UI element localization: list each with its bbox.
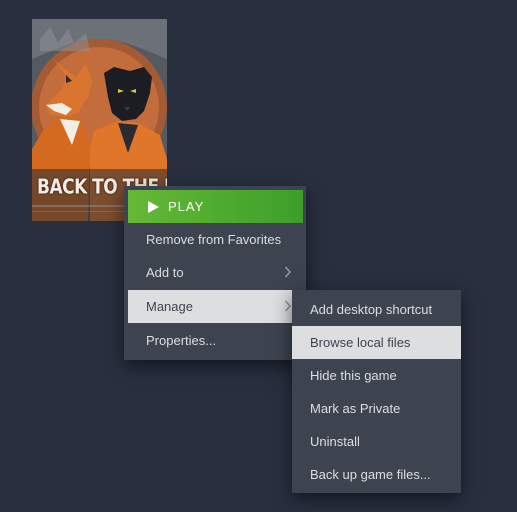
- submenu-item-label: Browse local files: [310, 335, 411, 350]
- chevron-right-icon: [284, 300, 291, 312]
- submenu-item-label: Mark as Private: [310, 401, 401, 416]
- chevron-right-icon: [284, 266, 291, 278]
- submenu-item-add-desktop-shortcut[interactable]: Add desktop shortcut: [292, 293, 461, 326]
- game-context-menu: PLAY Remove from Favorites Add to Manage…: [124, 186, 306, 360]
- menu-item-label: Manage: [146, 299, 193, 314]
- submenu-item-label: Uninstall: [310, 434, 360, 449]
- menu-item-label: Properties...: [146, 333, 217, 348]
- submenu-item-browse-local-files[interactable]: Browse local files: [292, 326, 461, 359]
- play-button[interactable]: PLAY: [128, 190, 303, 223]
- menu-item-properties[interactable]: Properties...: [128, 324, 302, 357]
- submenu-item-label: Hide this game: [310, 368, 397, 383]
- manage-submenu: Add desktop shortcut Browse local files …: [292, 290, 461, 493]
- submenu-item-label: Back up game files...: [310, 467, 431, 482]
- menu-item-add-to[interactable]: Add to: [128, 256, 302, 289]
- submenu-item-mark-private[interactable]: Mark as Private: [292, 392, 461, 425]
- menu-item-manage[interactable]: Manage: [128, 290, 302, 323]
- play-triangle-icon: [148, 200, 159, 213]
- submenu-item-back-up-game-files[interactable]: Back up game files...: [292, 458, 461, 491]
- submenu-item-hide-game[interactable]: Hide this game: [292, 359, 461, 392]
- menu-item-label: Remove from Favorites: [146, 232, 282, 247]
- submenu-item-label: Add desktop shortcut: [310, 302, 433, 317]
- menu-item-label: Add to: [146, 265, 184, 280]
- play-label: PLAY: [168, 199, 205, 214]
- menu-item-remove-favorites[interactable]: Remove from Favorites: [128, 223, 302, 256]
- submenu-item-uninstall[interactable]: Uninstall: [292, 425, 461, 458]
